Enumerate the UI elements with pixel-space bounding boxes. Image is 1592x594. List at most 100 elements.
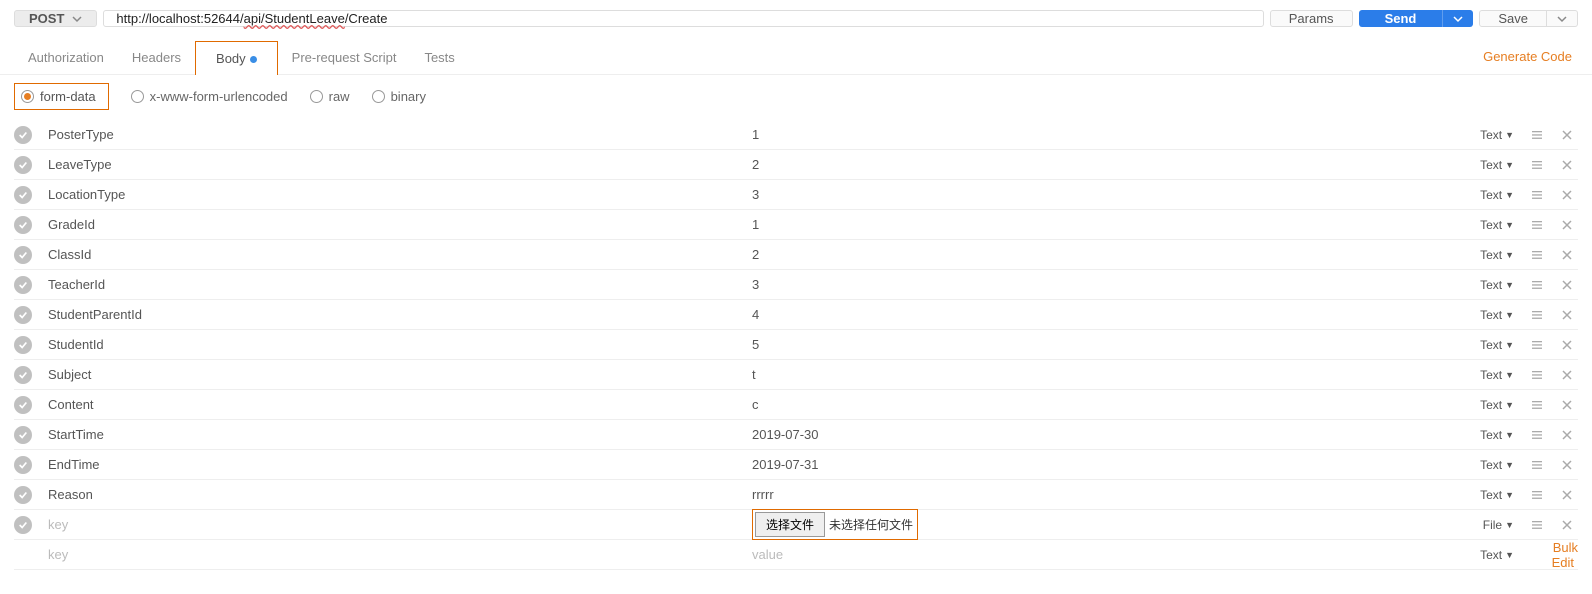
param-key[interactable]: key xyxy=(40,517,738,532)
value-type-selector[interactable]: Text▼ xyxy=(1462,248,1518,262)
delete-row-icon[interactable] xyxy=(1556,219,1578,231)
reorder-handle-icon[interactable] xyxy=(1526,339,1548,351)
param-value[interactable]: 4 xyxy=(746,307,1454,322)
param-key[interactable]: LocationType xyxy=(40,187,738,202)
value-type-selector[interactable]: Text▼ xyxy=(1462,398,1518,412)
delete-row-icon[interactable] xyxy=(1556,369,1578,381)
delete-row-icon[interactable] xyxy=(1556,129,1578,141)
row-enabled-toggle[interactable] xyxy=(14,216,32,234)
param-key[interactable]: key xyxy=(40,547,738,562)
reorder-handle-icon[interactable] xyxy=(1526,369,1548,381)
save-button[interactable]: Save xyxy=(1479,10,1547,27)
value-type-selector[interactable]: Text▼ xyxy=(1462,158,1518,172)
reorder-handle-icon[interactable] xyxy=(1526,219,1548,231)
value-type-selector[interactable]: Text▼ xyxy=(1462,428,1518,442)
body-type-binary[interactable]: binary xyxy=(372,89,426,104)
param-key[interactable]: TeacherId xyxy=(40,277,738,292)
row-enabled-toggle[interactable] xyxy=(14,246,32,264)
reorder-handle-icon[interactable] xyxy=(1526,459,1548,471)
tab-body[interactable]: Body xyxy=(195,41,278,75)
value-type-selector[interactable]: Text▼ xyxy=(1462,218,1518,232)
choose-file-button[interactable]: 选择文件 xyxy=(755,512,825,537)
param-value[interactable]: 3 xyxy=(746,277,1454,292)
send-dropdown-button[interactable] xyxy=(1442,10,1473,27)
param-value[interactable]: 2019-07-31 xyxy=(746,457,1454,472)
param-value[interactable]: 3 xyxy=(746,187,1454,202)
param-key[interactable]: Reason xyxy=(40,487,738,502)
value-type-selector[interactable]: Text▼ xyxy=(1462,308,1518,322)
delete-row-icon[interactable] xyxy=(1556,429,1578,441)
delete-row-icon[interactable] xyxy=(1556,159,1578,171)
delete-row-icon[interactable] xyxy=(1556,279,1578,291)
row-enabled-toggle[interactable] xyxy=(14,516,32,534)
tab-tests[interactable]: Tests xyxy=(410,40,468,74)
reorder-handle-icon[interactable] xyxy=(1526,429,1548,441)
param-key[interactable]: EndTime xyxy=(40,457,738,472)
reorder-handle-icon[interactable] xyxy=(1526,279,1548,291)
tab-authorization[interactable]: Authorization xyxy=(14,40,118,74)
body-type-form-data[interactable]: form-data xyxy=(14,83,109,110)
value-type-selector[interactable]: Text▼ xyxy=(1462,278,1518,292)
param-key[interactable]: ClassId xyxy=(40,247,738,262)
param-value[interactable]: 5 xyxy=(746,337,1454,352)
delete-row-icon[interactable] xyxy=(1556,249,1578,261)
param-value[interactable]: value xyxy=(746,547,1454,562)
param-value[interactable]: rrrrr xyxy=(746,487,1454,502)
value-type-selector[interactable]: Text▼ xyxy=(1462,188,1518,202)
row-enabled-toggle[interactable] xyxy=(14,426,32,444)
param-value[interactable]: 1 xyxy=(746,217,1454,232)
param-key[interactable]: LeaveType xyxy=(40,157,738,172)
param-key[interactable]: GradeId xyxy=(40,217,738,232)
param-value[interactable]: 2 xyxy=(746,247,1454,262)
reorder-handle-icon[interactable] xyxy=(1526,189,1548,201)
param-value[interactable]: 2019-07-30 xyxy=(746,427,1454,442)
reorder-handle-icon[interactable] xyxy=(1526,249,1548,261)
param-key[interactable]: StartTime xyxy=(40,427,738,442)
row-enabled-toggle[interactable] xyxy=(14,306,32,324)
delete-row-icon[interactable] xyxy=(1556,189,1578,201)
tab-headers[interactable]: Headers xyxy=(118,40,195,74)
value-type-selector[interactable]: Text▼ xyxy=(1462,368,1518,382)
reorder-handle-icon[interactable] xyxy=(1526,159,1548,171)
row-enabled-toggle[interactable] xyxy=(14,156,32,174)
param-key[interactable]: Subject xyxy=(40,367,738,382)
value-type-selector[interactable]: File▼ xyxy=(1462,518,1518,532)
params-button[interactable]: Params xyxy=(1270,10,1353,27)
save-dropdown-button[interactable] xyxy=(1547,10,1578,27)
generate-code-link[interactable]: Generate Code xyxy=(1477,39,1578,74)
reorder-handle-icon[interactable] xyxy=(1526,519,1548,531)
value-type-selector[interactable]: Text▼ xyxy=(1462,488,1518,502)
send-button[interactable]: Send xyxy=(1359,10,1443,27)
reorder-handle-icon[interactable] xyxy=(1526,309,1548,321)
row-enabled-toggle[interactable] xyxy=(14,336,32,354)
param-key[interactable]: PosterType xyxy=(40,127,738,142)
param-key[interactable]: StudentParentId xyxy=(40,307,738,322)
reorder-handle-icon[interactable] xyxy=(1526,489,1548,501)
row-enabled-toggle[interactable] xyxy=(14,126,32,144)
value-type-selector[interactable]: Text▼ xyxy=(1462,458,1518,472)
param-value[interactable]: t xyxy=(746,367,1454,382)
delete-row-icon[interactable] xyxy=(1556,309,1578,321)
row-enabled-toggle[interactable] xyxy=(14,186,32,204)
param-key[interactable]: Content xyxy=(40,397,738,412)
value-type-selector[interactable]: Text▼ xyxy=(1462,338,1518,352)
bulk-edit-link[interactable]: Bulk Edit xyxy=(1552,540,1578,570)
row-enabled-toggle[interactable] xyxy=(14,456,32,474)
tab-pre-request-script[interactable]: Pre-request Script xyxy=(278,40,411,74)
delete-row-icon[interactable] xyxy=(1556,399,1578,411)
param-value[interactable]: 1 xyxy=(746,127,1454,142)
body-type-urlencoded[interactable]: x-www-form-urlencoded xyxy=(131,89,288,104)
param-value[interactable]: c xyxy=(746,397,1454,412)
param-value[interactable]: 2 xyxy=(746,157,1454,172)
reorder-handle-icon[interactable] xyxy=(1526,399,1548,411)
http-method-selector[interactable]: POST xyxy=(14,10,97,27)
value-type-selector[interactable]: Text▼ xyxy=(1462,128,1518,142)
delete-row-icon[interactable] xyxy=(1556,489,1578,501)
delete-row-icon[interactable] xyxy=(1556,519,1578,531)
delete-row-icon[interactable] xyxy=(1556,339,1578,351)
row-enabled-toggle[interactable] xyxy=(14,486,32,504)
row-enabled-toggle[interactable] xyxy=(14,396,32,414)
row-enabled-toggle[interactable] xyxy=(14,276,32,294)
row-enabled-toggle[interactable] xyxy=(14,366,32,384)
reorder-handle-icon[interactable] xyxy=(1526,129,1548,141)
